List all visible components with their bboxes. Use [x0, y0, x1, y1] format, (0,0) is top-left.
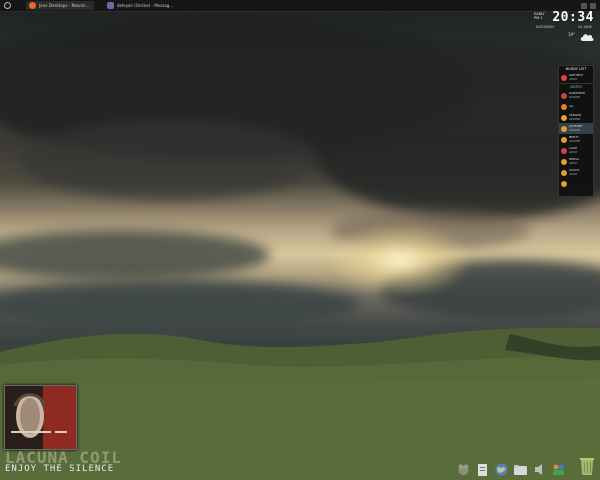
system-tray — [581, 2, 600, 9]
folder-icon — [514, 465, 527, 475]
buddy-item[interactable] — [559, 178, 593, 189]
buddy-item[interactable]: LOGE AWAY — [559, 145, 593, 156]
clock-period: EARLY PM 1 — [534, 12, 545, 20]
globe-icon — [495, 463, 508, 476]
desktop-wallpaper — [0, 0, 600, 480]
dock-item-gimp[interactable] — [455, 461, 472, 478]
buddy-status-icon — [561, 114, 567, 121]
buddy-item[interactable]: AA — [559, 101, 593, 112]
buddy-item-selected[interactable]: JAYMORE ONLINE — [559, 123, 593, 134]
chat-window-icon — [107, 2, 114, 9]
taskbar-item-messenger[interactable]: deleyan (Online) - Messag... — [104, 1, 180, 10]
weather-temperature: 19° — [568, 32, 576, 37]
buddy-status-icon — [561, 74, 567, 81]
now-playing-track: ENJOY THE SILENCE — [5, 464, 115, 474]
clock-time: 20:34 — [552, 10, 594, 25]
sun-glow — [330, 225, 470, 295]
speaker-icon — [535, 464, 542, 475]
dock-item-browser[interactable] — [493, 461, 510, 478]
buddy-item[interactable]: SENGER ONLINE — [559, 112, 593, 123]
buddy-status-icon — [561, 147, 567, 154]
main-menu-button[interactable] — [0, 0, 14, 11]
weather-widget: 19° — [568, 30, 594, 46]
buddy-list-panel: BUDDY LIST GREYBOY AWAY MATES DAREMDIE ONL… — [558, 65, 594, 197]
buddy-status-icon — [561, 158, 567, 165]
buddy-item[interactable]: SCOOT AWAY — [559, 167, 593, 178]
buddy-status-icon — [561, 92, 567, 99]
taskbar-item-label: Jane Desktops - Neonin... — [39, 3, 90, 8]
taskbar-item-browser[interactable]: Jane Desktops - Neonin... — [26, 1, 94, 10]
trash-can[interactable] — [578, 455, 596, 476]
buddy-group-header[interactable]: MATES — [559, 83, 593, 90]
clock-date: 24 JUNE — [578, 25, 592, 29]
network-icon[interactable] — [581, 2, 587, 9]
top-panel: Jane Desktops - Neonin... deleyan (Onlin… — [0, 0, 600, 12]
buddy-item[interactable]: GREYBOY AWAY — [559, 72, 593, 83]
gimp-icon — [458, 464, 469, 475]
trash-icon — [580, 458, 594, 475]
volume-icon[interactable] — [590, 2, 596, 9]
cloud-icon — [580, 34, 594, 41]
dock-item-files[interactable] — [512, 461, 529, 478]
buddy-item[interactable]: DAREMDIE ONLINE — [559, 90, 593, 101]
dock-item-messenger[interactable] — [550, 461, 567, 478]
buddy-status-icon — [561, 180, 567, 187]
album-cover[interactable] — [4, 385, 77, 450]
app-dock — [455, 456, 567, 478]
taskbar-item-label: deleyan (Online) - Messag... — [117, 3, 174, 8]
document-icon — [478, 464, 487, 476]
firefox-icon — [29, 2, 36, 9]
buddy-status-icon — [561, 125, 567, 132]
dock-item-document[interactable] — [474, 461, 491, 478]
messenger-icon — [553, 464, 564, 475]
dock-item-audio[interactable] — [531, 461, 548, 478]
buddy-item[interactable]: BENTY ONLINE — [559, 134, 593, 145]
buddy-item[interactable]: REDSA AWAY — [559, 156, 593, 167]
buddy-status-icon — [561, 103, 567, 110]
clock-day: SATURDAY — [536, 25, 555, 29]
buddy-status-icon — [561, 169, 567, 176]
album-cover-icon — [5, 386, 76, 449]
menu-icon — [3, 2, 11, 9]
buddy-status-icon — [561, 136, 567, 143]
